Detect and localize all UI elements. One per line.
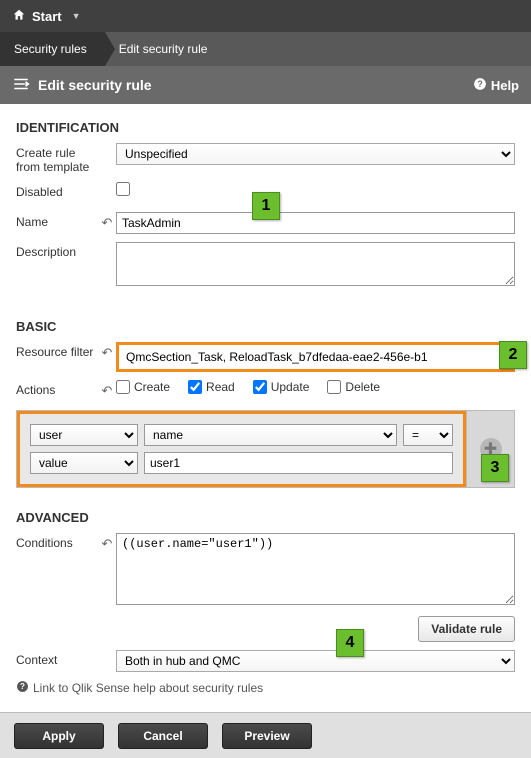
callout-1: 1 bbox=[252, 192, 280, 220]
disabled-checkbox[interactable] bbox=[116, 182, 130, 196]
identification-heading: IDENTIFICATION bbox=[16, 120, 515, 135]
edit-icon bbox=[12, 78, 30, 93]
revert-icon[interactable]: ↶ bbox=[98, 533, 116, 552]
callout-4: 4 bbox=[336, 629, 364, 657]
breadcrumb-security-rules[interactable]: Security rules bbox=[0, 32, 105, 66]
description-label: Description bbox=[16, 242, 98, 259]
svg-text:?: ? bbox=[477, 78, 482, 88]
help-hint[interactable]: ? Link to Qlik Sense help about security… bbox=[16, 680, 515, 696]
footer: Apply Cancel Preview bbox=[0, 712, 531, 758]
basic-heading: BASIC bbox=[16, 319, 515, 334]
name-label: Name bbox=[16, 212, 98, 229]
advanced-heading: ADVANCED bbox=[16, 510, 515, 525]
condition-operator-select[interactable]: = bbox=[403, 424, 453, 446]
revert-icon[interactable]: ↶ bbox=[98, 212, 116, 231]
action-update[interactable]: Update bbox=[253, 380, 310, 394]
condition-value-kind-select[interactable]: value bbox=[30, 452, 138, 474]
breadcrumb: Security rules Edit security rule bbox=[0, 32, 531, 66]
condition-builder: user name = value ✚ bbox=[16, 410, 515, 488]
svg-text:?: ? bbox=[20, 682, 25, 691]
actions-label: Actions bbox=[16, 380, 98, 397]
context-label: Context bbox=[16, 650, 98, 667]
condition-subject-select[interactable]: user bbox=[30, 424, 138, 446]
page-title: Edit security rule bbox=[38, 77, 152, 93]
help-link[interactable]: ? Help bbox=[473, 77, 519, 94]
home-icon[interactable] bbox=[12, 8, 26, 25]
top-bar: Start ▼ bbox=[0, 0, 531, 32]
callout-3: 3 bbox=[481, 454, 509, 482]
context-select[interactable]: Both in hub and QMC bbox=[116, 650, 515, 672]
action-read[interactable]: Read bbox=[188, 380, 235, 394]
action-delete[interactable]: Delete bbox=[327, 380, 380, 394]
cancel-button[interactable]: Cancel bbox=[118, 723, 208, 749]
resource-filter-input[interactable] bbox=[121, 347, 510, 367]
template-select[interactable]: Unspecified bbox=[116, 143, 515, 165]
name-input[interactable] bbox=[116, 212, 515, 234]
template-label: Create rule from template bbox=[16, 143, 98, 174]
help-icon: ? bbox=[16, 680, 29, 696]
start-link[interactable]: Start bbox=[32, 9, 62, 24]
description-textarea[interactable] bbox=[116, 242, 515, 286]
subheader: Edit security rule ? Help bbox=[0, 66, 531, 104]
breadcrumb-edit-rule[interactable]: Edit security rule bbox=[105, 32, 226, 66]
conditions-label: Conditions bbox=[16, 533, 98, 550]
preview-button[interactable]: Preview bbox=[222, 723, 312, 749]
start-dropdown-icon[interactable]: ▼ bbox=[72, 11, 81, 21]
apply-button[interactable]: Apply bbox=[14, 723, 104, 749]
validate-rule-button[interactable]: Validate rule bbox=[418, 616, 515, 642]
content-panel: IDENTIFICATION Create rule from template… bbox=[0, 104, 531, 712]
revert-icon[interactable]: ↶ bbox=[98, 380, 116, 399]
resource-filter-label: Resource filter bbox=[16, 342, 98, 359]
disabled-label: Disabled bbox=[16, 182, 98, 199]
conditions-textarea[interactable]: ((user.name="user1")) bbox=[116, 533, 515, 605]
callout-2: 2 bbox=[499, 341, 527, 369]
condition-attribute-select[interactable]: name bbox=[144, 424, 397, 446]
help-icon: ? bbox=[473, 77, 487, 94]
revert-icon[interactable]: ↶ bbox=[98, 342, 116, 361]
action-create[interactable]: Create bbox=[116, 380, 170, 394]
condition-value-input[interactable] bbox=[144, 452, 453, 474]
